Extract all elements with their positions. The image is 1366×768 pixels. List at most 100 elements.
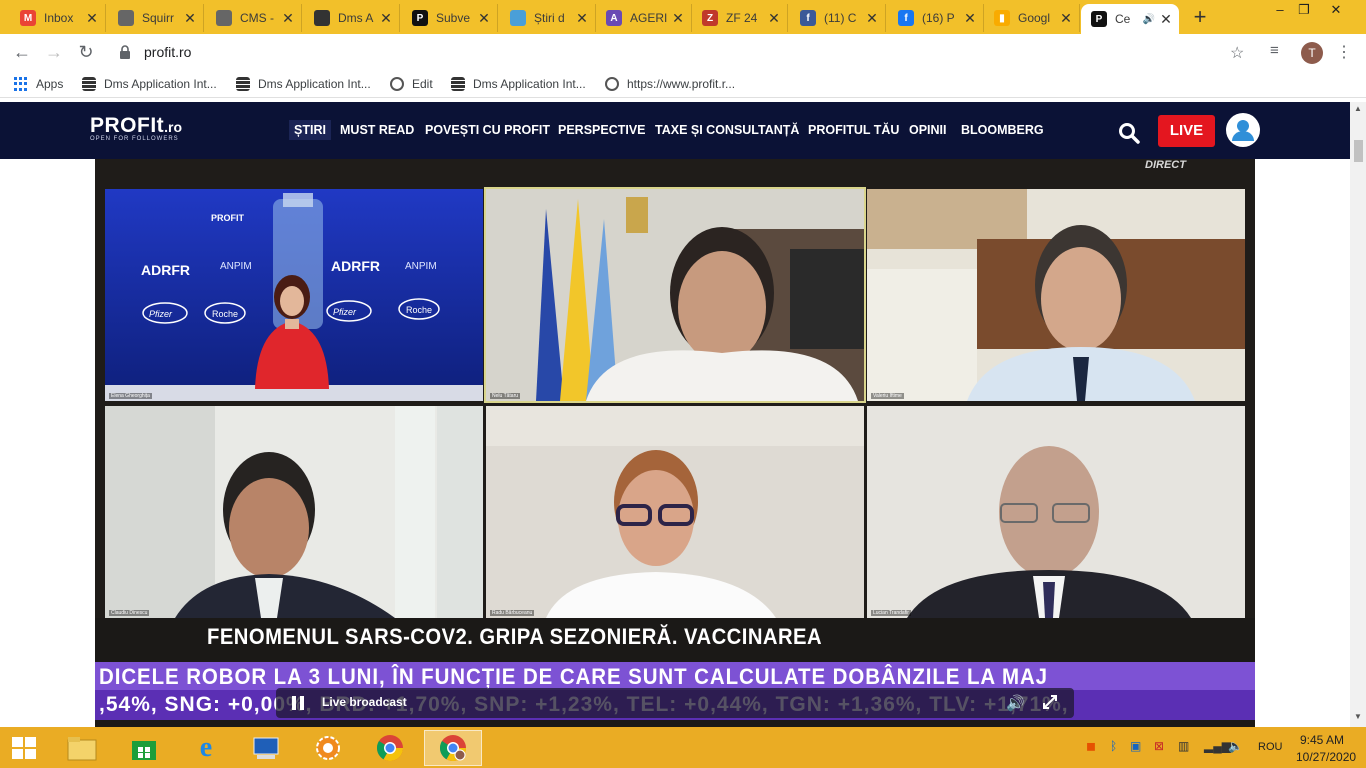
security-alert-icon[interactable]: ⊠ bbox=[1154, 739, 1164, 753]
nav-perspective[interactable]: PERSPECTIVE bbox=[558, 123, 646, 137]
browser-tab[interactable]: Squirr ✕ bbox=[108, 4, 204, 32]
close-tab-icon[interactable]: ✕ bbox=[183, 10, 197, 27]
browser-tab[interactable]: A AGERI ✕ bbox=[596, 4, 692, 32]
browser-tab-strip: M Inbox ✕ Squirr ✕ CMS - ✕ Dms A ✕ P Subve ✕ Știri d… bbox=[0, 0, 1366, 34]
close-tab-icon[interactable]: ✕ bbox=[671, 10, 685, 27]
close-tab-icon[interactable]: ✕ bbox=[281, 10, 295, 27]
bookmark-label: Dms Application Int... bbox=[473, 77, 586, 91]
site-logo[interactable]: PROFIt.ro OPEN FOR FOLLOWERS bbox=[90, 114, 182, 142]
volume-icon[interactable]: 🔊 bbox=[1006, 694, 1025, 712]
taskbar-remote-desktop[interactable] bbox=[240, 730, 292, 766]
nav-taxe-si-consultanta[interactable]: TAXE ȘI CONSULTANȚĂ bbox=[655, 123, 799, 137]
close-tab-icon[interactable]: ✕ bbox=[767, 10, 781, 27]
browser-tab[interactable]: Știri d ✕ bbox=[500, 4, 596, 32]
live-button[interactable]: LIVE bbox=[1158, 115, 1215, 147]
nav-stiri[interactable]: ȘTIRI bbox=[289, 120, 331, 140]
bookmark-profit[interactable]: https://www.profit.r... bbox=[605, 75, 735, 93]
new-tab-button[interactable]: + bbox=[1188, 6, 1212, 30]
browser-tab[interactable]: Dms A ✕ bbox=[304, 4, 400, 32]
reload-button[interactable]: ↻ bbox=[74, 41, 98, 63]
usb-device-icon[interactable]: ▥ bbox=[1178, 739, 1189, 753]
address-bar[interactable]: profit.ro bbox=[106, 38, 1258, 66]
nav-bloomberg[interactable]: BLOOMBERG bbox=[961, 123, 1044, 137]
browser-menu-icon[interactable]: ⋮ bbox=[1336, 42, 1352, 62]
close-tab-icon[interactable]: ✕ bbox=[1059, 10, 1073, 27]
bookmark-dms-2[interactable]: Dms Application Int... bbox=[236, 75, 371, 93]
participant-tile-speaker: Nelu Tătaru bbox=[484, 187, 866, 403]
caption-bar: FENOMENUL SARS-COV2. GRIPA SEZONIERĂ. VA… bbox=[95, 618, 1255, 662]
window-close-button[interactable]: ✕ bbox=[1318, 2, 1354, 22]
bookmark-edit[interactable]: Edit bbox=[390, 75, 433, 93]
close-tab-icon[interactable]: ✕ bbox=[477, 10, 491, 27]
backdrop-brand: PROFIT bbox=[211, 213, 245, 223]
office-tray-icon[interactable]: ◼ bbox=[1086, 739, 1096, 753]
browser-tab[interactable]: M Inbox ✕ bbox=[10, 4, 106, 32]
caption-text: FENOMENUL SARS-COV2. GRIPA SEZONIERĂ. VA… bbox=[207, 624, 823, 649]
nav-profitul-tau[interactable]: PROFITUL TĂU bbox=[808, 123, 899, 137]
clock-time[interactable]: 9:45 AM bbox=[1300, 733, 1344, 747]
media-control-icon[interactable]: ≡ bbox=[1270, 42, 1279, 59]
participant-tile-host: PROFIT ADRFR ADRFR ANPIM ANPIM Pfizer Ro… bbox=[105, 189, 483, 401]
back-button[interactable]: ← bbox=[10, 41, 34, 63]
language-indicator[interactable]: ROU bbox=[1258, 741, 1282, 753]
participant-name: Elena Gheorghița bbox=[109, 393, 152, 399]
bookmark-apps[interactable]: Apps bbox=[14, 75, 63, 93]
close-tab-icon[interactable]: ✕ bbox=[963, 10, 977, 27]
bookmark-label: Edit bbox=[412, 77, 433, 91]
close-tab-icon[interactable]: ✕ bbox=[865, 10, 879, 27]
wifi-signal-icon[interactable]: ▂▄▆ bbox=[1204, 739, 1231, 753]
taskbar-internet-explorer[interactable]: e bbox=[180, 730, 232, 766]
taskbar-store[interactable] bbox=[118, 730, 170, 766]
lock-icon[interactable] bbox=[118, 44, 132, 60]
bookmark-star-icon[interactable]: ☆ bbox=[1230, 43, 1244, 63]
profile-avatar[interactable]: T bbox=[1301, 42, 1323, 64]
search-icon[interactable] bbox=[1118, 122, 1140, 144]
bookmark-dms-1[interactable]: Dms Application Int... bbox=[82, 75, 217, 93]
participant-name: Claudiu Dinescu bbox=[109, 610, 150, 616]
close-tab-icon[interactable]: ✕ bbox=[85, 10, 99, 27]
bookmark-dms-3[interactable]: Dms Application Int... bbox=[451, 75, 586, 93]
page-scrollbar[interactable]: ▲ ▼ bbox=[1350, 102, 1366, 727]
scroll-down-arrow-icon[interactable]: ▼ bbox=[1354, 712, 1362, 721]
close-tab-icon[interactable]: ✕ bbox=[575, 10, 589, 27]
browser-tab[interactable]: P Ce 🔊 ✕ bbox=[1081, 4, 1179, 34]
tab-title: AGERI bbox=[630, 11, 668, 25]
network-share-icon[interactable]: ▣ bbox=[1130, 739, 1141, 753]
volume-muted-icon[interactable]: 🔈 bbox=[1228, 739, 1243, 753]
url-text[interactable]: profit.ro bbox=[144, 44, 191, 60]
fullscreen-icon[interactable] bbox=[1042, 694, 1058, 710]
close-tab-icon[interactable]: ✕ bbox=[1159, 11, 1173, 28]
account-icon[interactable] bbox=[1226, 113, 1260, 147]
browser-tab[interactable]: f (16) P ✕ bbox=[888, 4, 984, 32]
scroll-up-arrow-icon[interactable]: ▲ bbox=[1354, 104, 1362, 113]
facebook-icon: f bbox=[898, 10, 914, 26]
browser-tab[interactable]: P Subve ✕ bbox=[402, 4, 498, 32]
nav-opinii[interactable]: OPINII bbox=[909, 123, 947, 137]
forward-button[interactable]: → bbox=[42, 41, 66, 63]
taskbar-chrome[interactable] bbox=[364, 730, 416, 766]
browser-tab[interactable]: Z ZF 24 ✕ bbox=[692, 4, 788, 32]
scroll-thumb[interactable] bbox=[1354, 140, 1363, 162]
browser-tab[interactable]: f (11) C ✕ bbox=[790, 4, 886, 32]
pause-icon[interactable] bbox=[292, 696, 304, 710]
browser-tab[interactable]: ▮ Googl ✕ bbox=[984, 4, 1080, 32]
taskbar-file-explorer[interactable] bbox=[56, 730, 108, 766]
nav-must-read[interactable]: MUST READ bbox=[340, 123, 414, 137]
taskbar-settings-app[interactable] bbox=[302, 730, 354, 766]
tab-title: (16) P bbox=[922, 11, 955, 25]
bookmarks-bar: Apps Dms Application Int... Dms Applicat… bbox=[0, 70, 1366, 98]
globe-icon bbox=[118, 10, 134, 26]
browser-tab[interactable]: CMS - ✕ bbox=[206, 4, 302, 32]
bluetooth-icon[interactable]: ᛒ bbox=[1110, 739, 1117, 753]
close-tab-icon[interactable]: ✕ bbox=[379, 10, 393, 27]
tab-audio-icon[interactable]: 🔊 bbox=[1143, 14, 1155, 25]
store-icon bbox=[132, 741, 156, 760]
taskbar-chrome-profile[interactable] bbox=[424, 730, 482, 766]
restore-button[interactable]: ❐ bbox=[1286, 2, 1322, 22]
tab-title: Subve bbox=[436, 11, 471, 25]
backdrop-brand: ANPIM bbox=[405, 261, 437, 272]
nav-povesti-cu-profit[interactable]: POVEȘTI CU PROFIT bbox=[425, 123, 550, 137]
start-button[interactable] bbox=[0, 730, 48, 766]
clock-date[interactable]: 10/27/2020 bbox=[1296, 750, 1356, 764]
tab-title: Ce bbox=[1115, 12, 1131, 26]
